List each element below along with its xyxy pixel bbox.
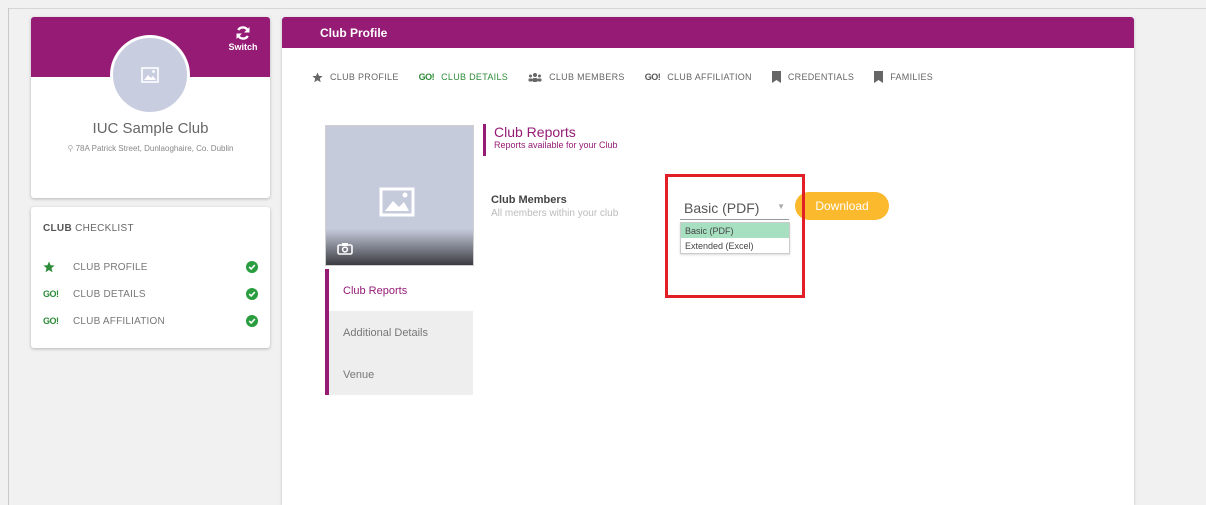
checklist-item-club-affiliation[interactable]: GO! CLUB AFFILIATION — [43, 313, 258, 329]
window-frame-top — [8, 8, 1206, 9]
tab-families[interactable]: FAMILIES — [874, 71, 933, 83]
sidenav-item-club-reports[interactable]: Club Reports — [325, 269, 473, 311]
section-subtitle: Reports available for your Club — [494, 140, 618, 150]
checklist-item-label: CLUB PROFILE — [73, 261, 148, 273]
panel-title: Club Profile — [282, 17, 1134, 48]
camera-icon[interactable] — [337, 242, 353, 255]
star-icon — [43, 261, 55, 273]
go-icon: GO! — [43, 289, 59, 299]
club-avatar[interactable] — [110, 35, 190, 115]
club-name: IUC Sample Club — [92, 120, 209, 137]
report-row-description: All members within your club — [491, 208, 619, 219]
check-complete-icon — [246, 288, 258, 300]
club-address-text: 78A Patrick Street, Dunlaoghaire, Co. Du… — [75, 144, 234, 153]
bookmark-icon — [771, 71, 781, 83]
switch-club-button[interactable]: Switch — [226, 25, 260, 52]
sidenav-item-venue[interactable]: Venue — [325, 353, 473, 395]
go-icon: GO! — [43, 316, 59, 326]
tab-club-members[interactable]: CLUB MEMBERS — [528, 72, 625, 83]
location-pin-icon: ⚲ — [67, 144, 74, 153]
checklist-item-club-profile[interactable]: CLUB PROFILE — [43, 259, 258, 275]
tab-label: CREDENTIALS — [787, 72, 855, 82]
checklist-item-club-details[interactable]: GO! CLUB DETAILS — [43, 286, 258, 302]
club-checklist-card: CLUB CHECKLIST CLUB PROFILE GO! CLUB DET… — [31, 207, 270, 348]
star-icon — [312, 71, 323, 82]
image-placeholder-icon — [141, 67, 159, 83]
bookmark-icon — [874, 71, 884, 83]
club-details-sidenav: Club Reports Additional Details Venue — [325, 269, 473, 395]
highlight-annotation-box — [665, 174, 805, 298]
window-frame-left — [8, 8, 9, 505]
tab-label: CLUB PROFILE — [330, 72, 399, 82]
tab-label: CLUB DETAILS — [441, 72, 509, 82]
section-title: Club Reports — [494, 124, 576, 140]
go-icon: GO! — [644, 72, 661, 82]
checklist-item-label: CLUB AFFILIATION — [73, 315, 165, 327]
tab-club-affiliation[interactable]: GO! CLUB AFFILIATION — [645, 72, 752, 82]
club-profile-panel: Club Profile CLUB PROFILE GO! CLUB DETAI… — [282, 17, 1134, 505]
tab-label: FAMILIES — [890, 72, 934, 82]
switch-label: Switch — [228, 42, 258, 52]
go-icon: GO! — [418, 72, 435, 82]
tab-label: CLUB AFFILIATION — [667, 72, 752, 82]
check-complete-icon — [246, 261, 258, 273]
club-card: Switch IUC Sample Club ⚲ 78A Patrick Str… — [31, 17, 270, 198]
tab-label: CLUB MEMBERS — [549, 72, 625, 82]
people-icon — [528, 72, 542, 82]
club-reports-heading: Club Reports Reports available for your … — [483, 124, 618, 156]
club-address: ⚲ 78A Patrick Street, Dunlaoghaire, Co. … — [53, 143, 248, 154]
tab-club-details[interactable]: GO! CLUB DETAILS — [419, 72, 508, 82]
profile-tabs: CLUB PROFILE GO! CLUB DETAILS CLUB MEMBE… — [312, 69, 953, 85]
sidenav-item-additional-details[interactable]: Additional Details — [325, 311, 473, 353]
image-placeholder-icon — [379, 187, 415, 217]
report-row-label: Club Members — [491, 194, 567, 206]
download-button[interactable]: Download — [795, 192, 889, 220]
tab-credentials[interactable]: CREDENTIALS — [771, 71, 855, 83]
refresh-icon — [236, 26, 250, 40]
checklist-title: CLUB CHECKLIST — [43, 223, 134, 234]
checklist-item-label: CLUB DETAILS — [73, 288, 146, 300]
club-photo — [325, 125, 474, 266]
tab-club-profile[interactable]: CLUB PROFILE — [312, 71, 399, 83]
check-complete-icon — [246, 315, 258, 327]
